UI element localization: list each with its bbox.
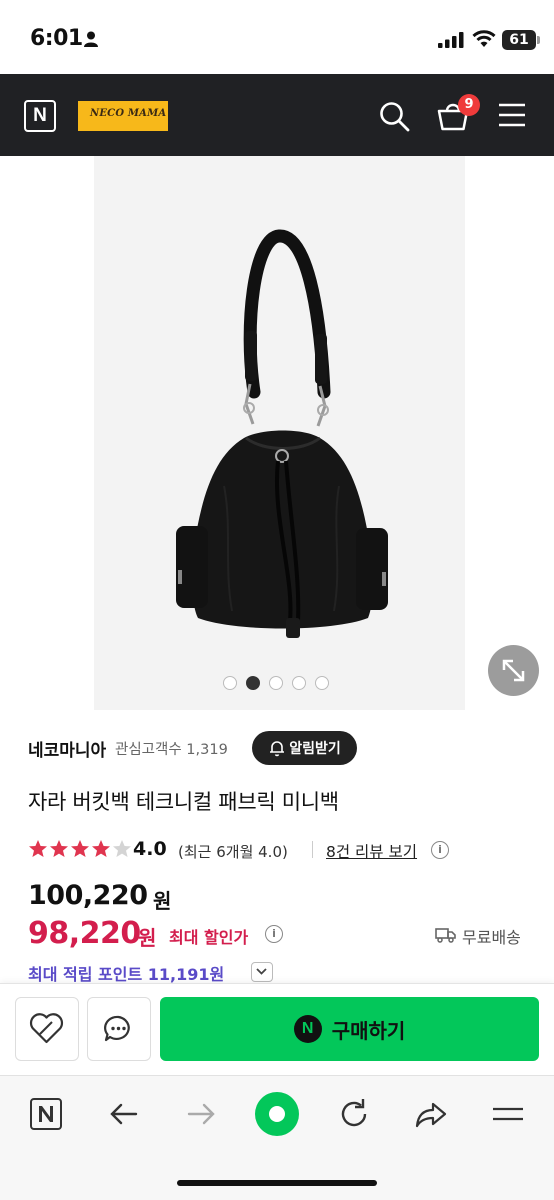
points-expand-button[interactable] — [251, 962, 273, 982]
chevron-down-icon — [256, 968, 267, 975]
rating-value: 4.0 — [133, 838, 167, 860]
refresh-icon[interactable] — [336, 1096, 372, 1132]
expand-image-button[interactable] — [488, 645, 539, 696]
shipping-info: 무료배송 — [462, 928, 521, 947]
forward-arrow-icon[interactable] — [183, 1096, 219, 1132]
heart-icon — [29, 1013, 64, 1044]
discount-info-icon[interactable]: i — [265, 925, 283, 943]
green-dot-button-icon[interactable] — [254, 1091, 300, 1137]
buy-button[interactable]: N 구매하기 — [160, 997, 539, 1061]
product-image[interactable] — [94, 156, 465, 710]
sale-price-unit: 원 — [138, 926, 157, 950]
rating-stars — [28, 839, 132, 859]
status-time: 6:01 — [30, 26, 83, 51]
max-discount-label: 최대 할인가 — [169, 928, 249, 947]
star-filled-icon — [29, 840, 47, 857]
star-filled-icon — [71, 840, 89, 857]
battery-indicator: 61 — [502, 30, 536, 50]
original-price-unit: 원 — [153, 889, 172, 913]
sale-price: 98,220 — [28, 916, 141, 951]
product-title: 자라 버킷백 테크니컬 패브릭 미니백 — [28, 790, 339, 814]
star-empty-icon — [113, 840, 131, 857]
rating-period-note: (최근 6개월 4.0) — [178, 843, 288, 861]
info-icon[interactable]: i — [431, 841, 449, 859]
store-logo-text: NECO MAMA — [90, 108, 167, 119]
gallery-dot[interactable] — [315, 676, 329, 690]
store-logo[interactable]: NECO MAMA — [78, 101, 168, 131]
talk-talk-button[interactable] — [87, 997, 151, 1061]
reviews-link[interactable]: 8건 리뷰 보기 — [326, 840, 417, 862]
home-indicator — [177, 1180, 377, 1186]
search-icon[interactable] — [378, 100, 410, 132]
share-icon[interactable] — [413, 1096, 449, 1132]
back-arrow-icon[interactable] — [106, 1096, 142, 1132]
menu-lines-icon[interactable] — [490, 1096, 526, 1132]
gallery-dot[interactable] — [269, 676, 283, 690]
delivery-truck-icon — [435, 928, 456, 943]
gallery-dot[interactable] — [292, 676, 306, 690]
buy-label: 구매하기 — [331, 1018, 406, 1043]
store-name[interactable]: 네코마니아 — [28, 736, 106, 761]
bucket-bag-image — [176, 229, 388, 638]
purchase-action-bar: N 구매하기 — [0, 983, 554, 1075]
gallery-pagination — [223, 676, 329, 690]
star-filled-icon — [92, 840, 110, 857]
battery-tip — [537, 36, 540, 44]
alarm-label: 알림받기 — [289, 741, 341, 757]
menu-icon[interactable] — [498, 102, 526, 128]
naver-home-logo[interactable]: N — [24, 100, 56, 132]
gallery-dot[interactable] — [223, 676, 237, 690]
chat-bubble-icon — [104, 1015, 130, 1042]
zzim-button[interactable] — [15, 997, 79, 1061]
wifi-icon — [472, 30, 496, 47]
signal-icon — [438, 32, 464, 48]
gallery-dot-active[interactable] — [246, 676, 260, 690]
bell-plus-icon — [270, 741, 285, 757]
star-filled-icon — [50, 840, 68, 857]
alarm-subscribe-button[interactable]: 알림받기 — [252, 731, 357, 765]
divider — [312, 841, 313, 858]
person-icon — [84, 31, 98, 47]
max-points: 최대 적립 포인트 11,191원 — [28, 965, 225, 984]
interest-count: 관심고객수 1,319 — [115, 742, 228, 758]
naverpay-icon: N — [293, 1015, 322, 1043]
expand-arrows-icon — [502, 659, 525, 682]
status-bar: 6:01 61 — [0, 0, 554, 74]
original-price: 100,220 — [28, 880, 148, 911]
cart-count-badge: 9 — [458, 94, 480, 116]
naver-home-icon[interactable] — [28, 1096, 64, 1132]
